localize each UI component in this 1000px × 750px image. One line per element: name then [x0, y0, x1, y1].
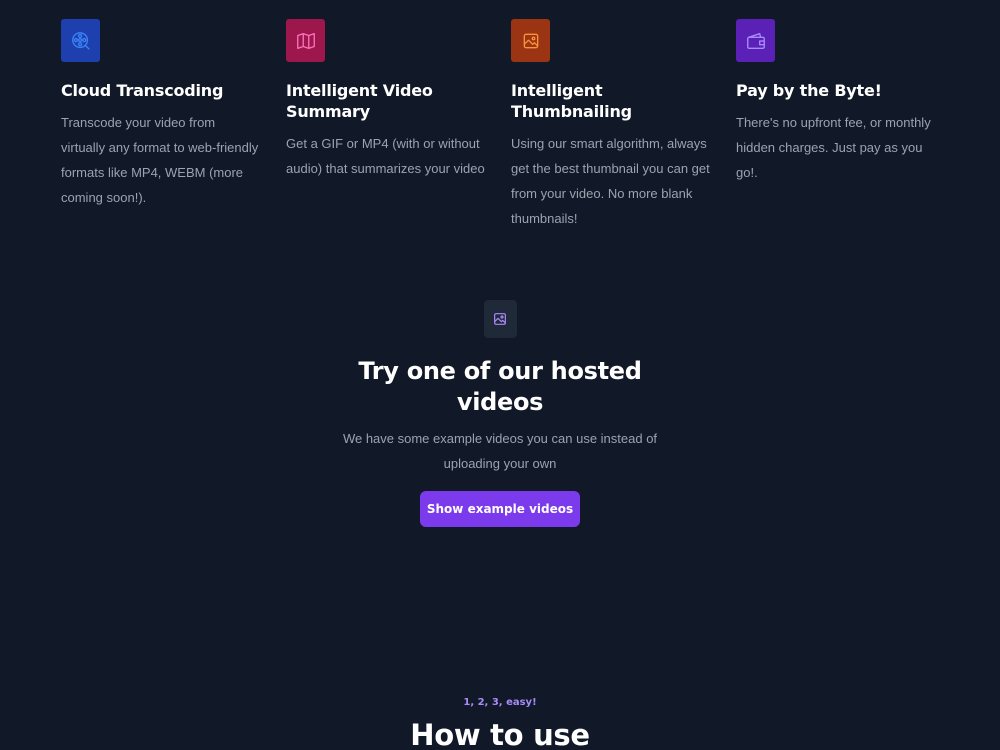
wallet-icon	[736, 19, 775, 62]
features-section: Cloud Transcoding Transcode your video f…	[61, 19, 961, 226]
feature-intelligent-video-summary: Intelligent Video Summary Get a GIF or M…	[286, 19, 486, 181]
feature-description: There's no upfront fee, or monthly hidde…	[736, 115, 931, 180]
hosted-videos-description: We have some example videos you can use …	[342, 431, 658, 471]
how-to-use-section: 1, 2, 3, easy! How to use	[0, 695, 1000, 750]
image-icon	[483, 300, 517, 338]
hosted-videos-title: Try one of our hosted videos	[358, 357, 642, 416]
how-to-use-title: How to use	[410, 718, 590, 750]
feature-title: Cloud Transcoding	[61, 81, 224, 100]
image-icon	[511, 19, 550, 62]
how-to-use-eyebrow: 1, 2, 3, easy!	[463, 697, 537, 708]
page: Cloud Transcoding Transcode your video f…	[0, 0, 1000, 750]
feature-pay-by-the-byte: Pay by the Byte! There's no upfront fee,…	[736, 19, 936, 185]
feature-title: Intelligent Video Summary	[286, 81, 433, 121]
feature-title: Intelligent Thumbnailing	[511, 81, 632, 121]
feature-description: Transcode your video from virtually any …	[61, 115, 259, 205]
map-icon	[286, 19, 325, 62]
film-reel-icon	[61, 19, 100, 62]
feature-description: Get a GIF or MP4 (with or without audio)…	[286, 136, 485, 176]
feature-title: Pay by the Byte!	[736, 81, 882, 100]
feature-cloud-transcoding: Cloud Transcoding Transcode your video f…	[61, 19, 261, 210]
feature-intelligent-thumbnailing: Intelligent Thumbnailing Using our smart…	[511, 19, 711, 231]
feature-description: Using our smart algorithm, always get th…	[511, 136, 710, 226]
show-example-videos-button[interactable]: Show example videos	[420, 491, 580, 527]
hosted-videos-section: Try one of our hosted videos We have som…	[0, 300, 1000, 527]
